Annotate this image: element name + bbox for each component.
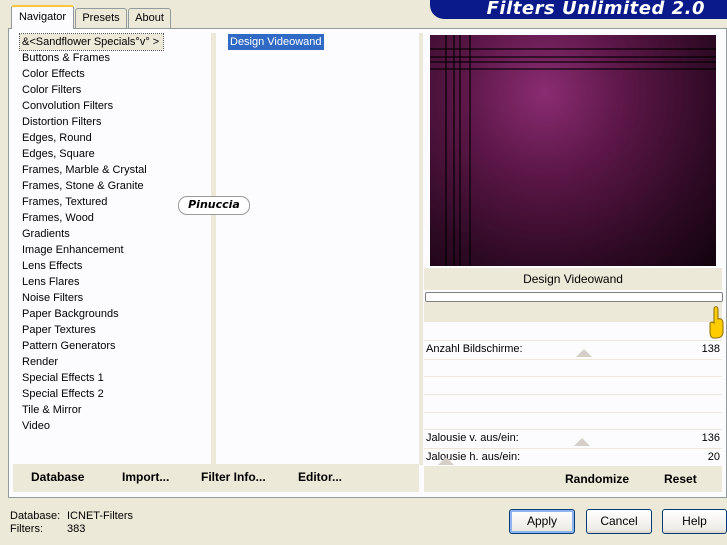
category-item[interactable]: Frames, Wood <box>20 210 163 226</box>
reset-button[interactable]: Reset <box>664 472 697 486</box>
editor-button[interactable]: Editor... <box>298 470 342 484</box>
category-item[interactable]: Pattern Generators <box>20 338 163 354</box>
list-divider[interactable] <box>211 33 216 465</box>
slider-thumb[interactable] <box>574 438 590 446</box>
category-item[interactable]: Distortion Filters <box>20 114 163 130</box>
category-item[interactable]: Tile & Mirror <box>20 402 163 418</box>
category-item[interactable]: Edges, Square <box>20 146 163 162</box>
tab-presets[interactable]: Presets <box>75 8 127 28</box>
param-slider-jalousie-h[interactable]: Jalousie h. aus/ein: 20 <box>424 449 722 467</box>
param-separator <box>424 394 722 395</box>
category-item[interactable]: Paper Textures <box>20 322 163 338</box>
category-item[interactable]: Buttons & Frames <box>20 50 163 66</box>
param-separator <box>424 359 722 360</box>
app-title: Filters Unlimited 2.0 <box>486 0 705 19</box>
cancel-button[interactable]: Cancel <box>586 509 652 534</box>
database-button[interactable]: Database <box>31 470 84 484</box>
preset-actions: Randomize Reset <box>424 466 722 492</box>
navigator-toolbar: Database Import... Filter Info... Editor… <box>13 464 419 492</box>
database-value: ICNET-Filters <box>67 510 133 522</box>
filter-list: Design Videowand <box>228 34 324 50</box>
filter-item[interactable]: Design Videowand <box>228 34 324 50</box>
category-item[interactable]: &<Sandflower Specials°v° > <box>18 33 165 51</box>
apply-button[interactable]: Apply <box>509 509 575 534</box>
preview-image <box>430 35 716 266</box>
param-separator <box>424 376 722 377</box>
slider-thumb[interactable] <box>576 349 592 357</box>
progress-bar <box>425 292 723 302</box>
category-item[interactable]: Edges, Round <box>20 130 163 146</box>
param-header-band <box>424 302 722 322</box>
category-item[interactable]: Image Enhancement <box>20 242 163 258</box>
filter-info-button[interactable]: Filter Info... <box>201 470 266 484</box>
category-item[interactable]: Frames, Marble & Crystal <box>20 162 163 178</box>
preview-filter-name: Design Videowand <box>424 268 722 290</box>
category-item[interactable]: Frames, Stone & Granite <box>20 178 163 194</box>
param-value: 138 <box>701 343 720 355</box>
category-item[interactable]: Video <box>20 418 163 434</box>
category-item[interactable]: Render <box>20 354 163 370</box>
category-item[interactable]: Special Effects 1 <box>20 370 163 386</box>
category-item[interactable]: Convolution Filters <box>20 98 163 114</box>
category-item[interactable]: Special Effects 2 <box>20 386 163 402</box>
category-item[interactable]: Noise Filters <box>20 290 163 306</box>
param-value: 20 <box>707 451 720 463</box>
randomize-button[interactable]: Randomize <box>565 472 629 486</box>
category-item[interactable]: Paper Backgrounds <box>20 306 163 322</box>
category-item[interactable]: Color Effects <box>20 66 163 82</box>
database-label: Database: <box>10 510 61 522</box>
category-list: &<Sandflower Specials°v° > Buttons & Fra… <box>18 33 165 434</box>
import-button[interactable]: Import... <box>122 470 169 484</box>
pointing-hand-icon <box>709 305 725 339</box>
preview-lines <box>430 35 716 266</box>
category-item[interactable]: Frames, Textured <box>20 194 163 210</box>
param-label: Anzahl Bildschirme: <box>426 343 523 355</box>
title-banner: Filters Unlimited 2.0 <box>430 0 727 19</box>
filters-count: 383 <box>67 523 86 535</box>
tab-about[interactable]: About <box>128 8 171 28</box>
filters-label: Filters: <box>10 523 43 535</box>
param-label: Jalousie v. aus/ein: <box>426 432 519 444</box>
param-slider-anzahl[interactable]: Anzahl Bildschirme: 138 <box>424 341 722 359</box>
category-item[interactable]: Lens Flares <box>20 274 163 290</box>
category-item[interactable]: Gradients <box>20 226 163 242</box>
watermark-pinuccia: Pinuccia <box>178 196 250 215</box>
help-button[interactable]: Help <box>662 509 727 534</box>
slider-thumb[interactable] <box>438 457 454 465</box>
param-slider-jalousie-v[interactable]: Jalousie v. aus/ein: 136 <box>424 430 722 448</box>
param-value: 136 <box>701 432 720 444</box>
panel-divider <box>419 33 423 465</box>
param-separator <box>424 412 722 413</box>
category-item[interactable]: Lens Effects <box>20 258 163 274</box>
tab-navigator[interactable]: Navigator <box>11 5 74 29</box>
category-item[interactable]: Color Filters <box>20 82 163 98</box>
